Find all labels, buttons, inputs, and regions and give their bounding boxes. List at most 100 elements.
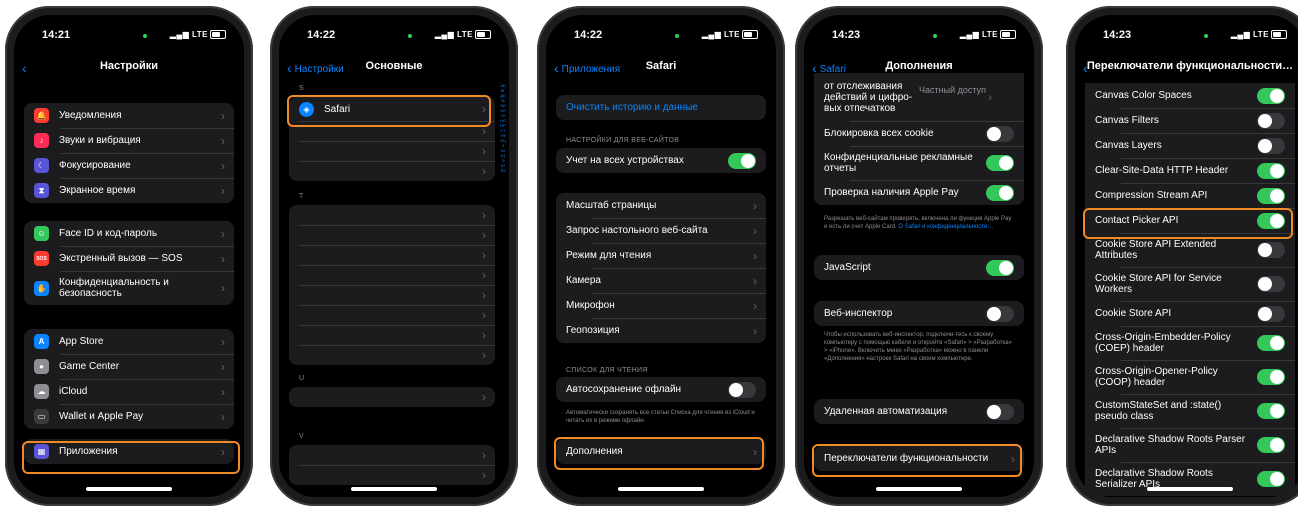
home-indicator[interactable] [876,487,962,491]
home-indicator[interactable] [1147,487,1233,491]
settings-row[interactable]: A App Store › [24,329,234,354]
back-button[interactable]: ‹ [1083,60,1091,76]
toggle-knob [987,306,1001,321]
home-indicator[interactable] [86,487,172,491]
chevron-right-icon: › [482,468,486,482]
app-list-row[interactable]: › [289,465,495,485]
privacy-link[interactable]: О Safari и конфиденциальности… [898,224,993,230]
website-setting-row[interactable]: Масштаб страницы › [556,193,766,218]
feature-flag-toggle[interactable] [1257,112,1285,129]
home-indicator[interactable] [618,487,704,491]
chevron-right-icon: › [482,390,486,404]
feature-flag-label: Canvas Filters [1095,115,1159,126]
javascript-toggle[interactable] [986,259,1014,276]
back-button-label: Safari [819,64,846,75]
chevron-left-icon: ‹ [554,60,559,76]
dynamic-island [1150,25,1230,47]
website-setting-row[interactable]: Запрос настольного веб-сайта › [556,218,766,243]
feature-flags-row[interactable]: Переключатели функциональности › [814,446,1024,471]
feature-flag-toggle[interactable] [1257,276,1285,292]
web-inspector-toggle[interactable] [986,305,1014,322]
toggle-knob [1270,163,1284,178]
back-button[interactable]: ‹ Safari [812,60,846,76]
toggle-knob [741,153,755,168]
wallet-icon: ▭ [34,409,49,424]
settings-row[interactable]: ⧗ Экранное время › [24,178,234,203]
feature-flag-label: Canvas Layers [1095,140,1162,151]
check-apple-pay-toggle[interactable] [986,184,1014,201]
app-list-row[interactable]: › [289,325,495,345]
app-list-row[interactable]: › [289,225,495,245]
block-all-cookies-toggle[interactable] [986,125,1014,142]
screen-content: Canvas Color Spaces Canvas Filters Canvas … [1075,15,1298,497]
settings-row[interactable]: ✋ Конфиденциальность и безопасность › [24,271,234,305]
settings-row[interactable]: ☁ iCloud › [24,379,234,404]
alphabet-index-scrubber[interactable]: АБВГДЕЖЗИКЛМНОПРСТУФХЦЧШЩЭЮЯ# [500,83,506,173]
share-across-devices-toggle[interactable] [728,152,756,169]
chevron-right-icon: › [753,248,757,263]
settings-row[interactable]: ♪ Звуки и вибрация › [24,128,234,153]
app-list-row[interactable]: › [289,161,495,181]
status-time: 14:23 [1103,29,1132,41]
website-setting-row[interactable]: Режим для чтения › [556,243,766,268]
back-button[interactable]: ‹ Приложения [554,60,620,76]
chevron-right-icon: › [482,328,486,342]
clear-history-button[interactable]: Очистить историю и данные [556,95,766,120]
app-list-row[interactable]: › [289,345,495,365]
toggle-knob [1270,438,1284,452]
advanced-row[interactable]: Дополнения › [556,439,766,464]
app-list-row[interactable]: › [289,141,495,161]
private-ad-measurement-toggle[interactable] [986,155,1014,171]
web-inspector-footnote: Чтобы использовать веб-инспектор, подклю… [824,332,1012,362]
settings-row[interactable]: ▦ Приложения › [24,439,234,464]
app-list-row[interactable]: ◈ Safari › [289,97,495,121]
feature-flag-toggle[interactable] [1257,242,1285,258]
feature-flag-toggle[interactable] [1257,87,1285,104]
back-button[interactable]: ‹ Настройки [287,60,344,76]
feature-flag-toggle[interactable] [1257,162,1285,179]
settings-row[interactable]: ☾ Фокусирование › [24,153,234,178]
bell-icon: 🔔 [34,108,49,123]
feature-flag-label: Cookie Store API Extended Attributes [1095,239,1217,261]
back-button[interactable]: ‹ [22,60,30,76]
settings-row-label: Конфиденциальность и безопасность [59,277,169,299]
settings-row[interactable]: 🔔 Уведомления › [24,103,234,128]
feature-flag-toggle[interactable] [1257,437,1285,453]
feature-flag-toggle[interactable] [1257,369,1285,385]
feature-flag-toggle[interactable] [1257,137,1285,154]
settings-row[interactable]: SOS Экстренный вызов — SOS › [24,246,234,271]
home-indicator[interactable] [351,487,437,491]
feature-flag-row: Canvas Color Spaces [1085,83,1295,108]
app-list-row[interactable]: › [289,285,495,305]
toggle-knob [1258,113,1272,128]
settings-row[interactable]: ▭ Wallet и Apple Pay › [24,404,234,429]
settings-row[interactable]: ☺ Face ID и код-пароль › [24,221,234,246]
feature-flag-row: Contact Picker API [1085,208,1295,233]
screen-content: S ◈ Safari › › › › T › › › › › › › › U › V › › АБВГДЕЖЗИКЛМНО… [279,15,509,497]
auto-save-offline-toggle[interactable] [728,381,756,398]
app-list-row[interactable]: › [289,205,495,225]
feature-flag-toggle[interactable] [1257,305,1285,322]
block-all-cookies-label: Блокировка всех cookie [824,128,934,139]
app-list-row[interactable]: › [289,445,495,465]
remote-automation-toggle[interactable] [986,403,1014,420]
settings-row[interactable]: ● Game Center › [24,354,234,379]
feature-flag-toggle[interactable] [1257,335,1285,351]
settings-row-label: Звуки и вибрация [59,135,141,146]
app-list-row[interactable]: › [289,387,495,407]
tracking-protection-row[interactable]: от отслеживания действий и цифро-вых отп… [814,73,1024,121]
website-setting-row[interactable]: Камера › [556,268,766,293]
app-list-row[interactable]: › [289,245,495,265]
app-list-row[interactable]: › [289,265,495,285]
website-setting-label: Камера [566,275,601,286]
website-setting-row[interactable]: Микрофон › [556,293,766,318]
feature-flag-row: Cross-Origin-Embedder-Policy (COEP) head… [1085,326,1295,360]
app-list-row[interactable]: › [289,121,495,141]
website-setting-row[interactable]: Геопозиция › [556,318,766,343]
feature-flag-toggle[interactable] [1257,212,1285,229]
feature-flag-toggle[interactable] [1257,471,1285,487]
app-list-row[interactable]: › [289,305,495,325]
feature-flag-toggle[interactable] [1257,403,1285,419]
feature-flags-label: Переключатели функциональности [824,453,989,464]
feature-flag-toggle[interactable] [1257,187,1285,204]
